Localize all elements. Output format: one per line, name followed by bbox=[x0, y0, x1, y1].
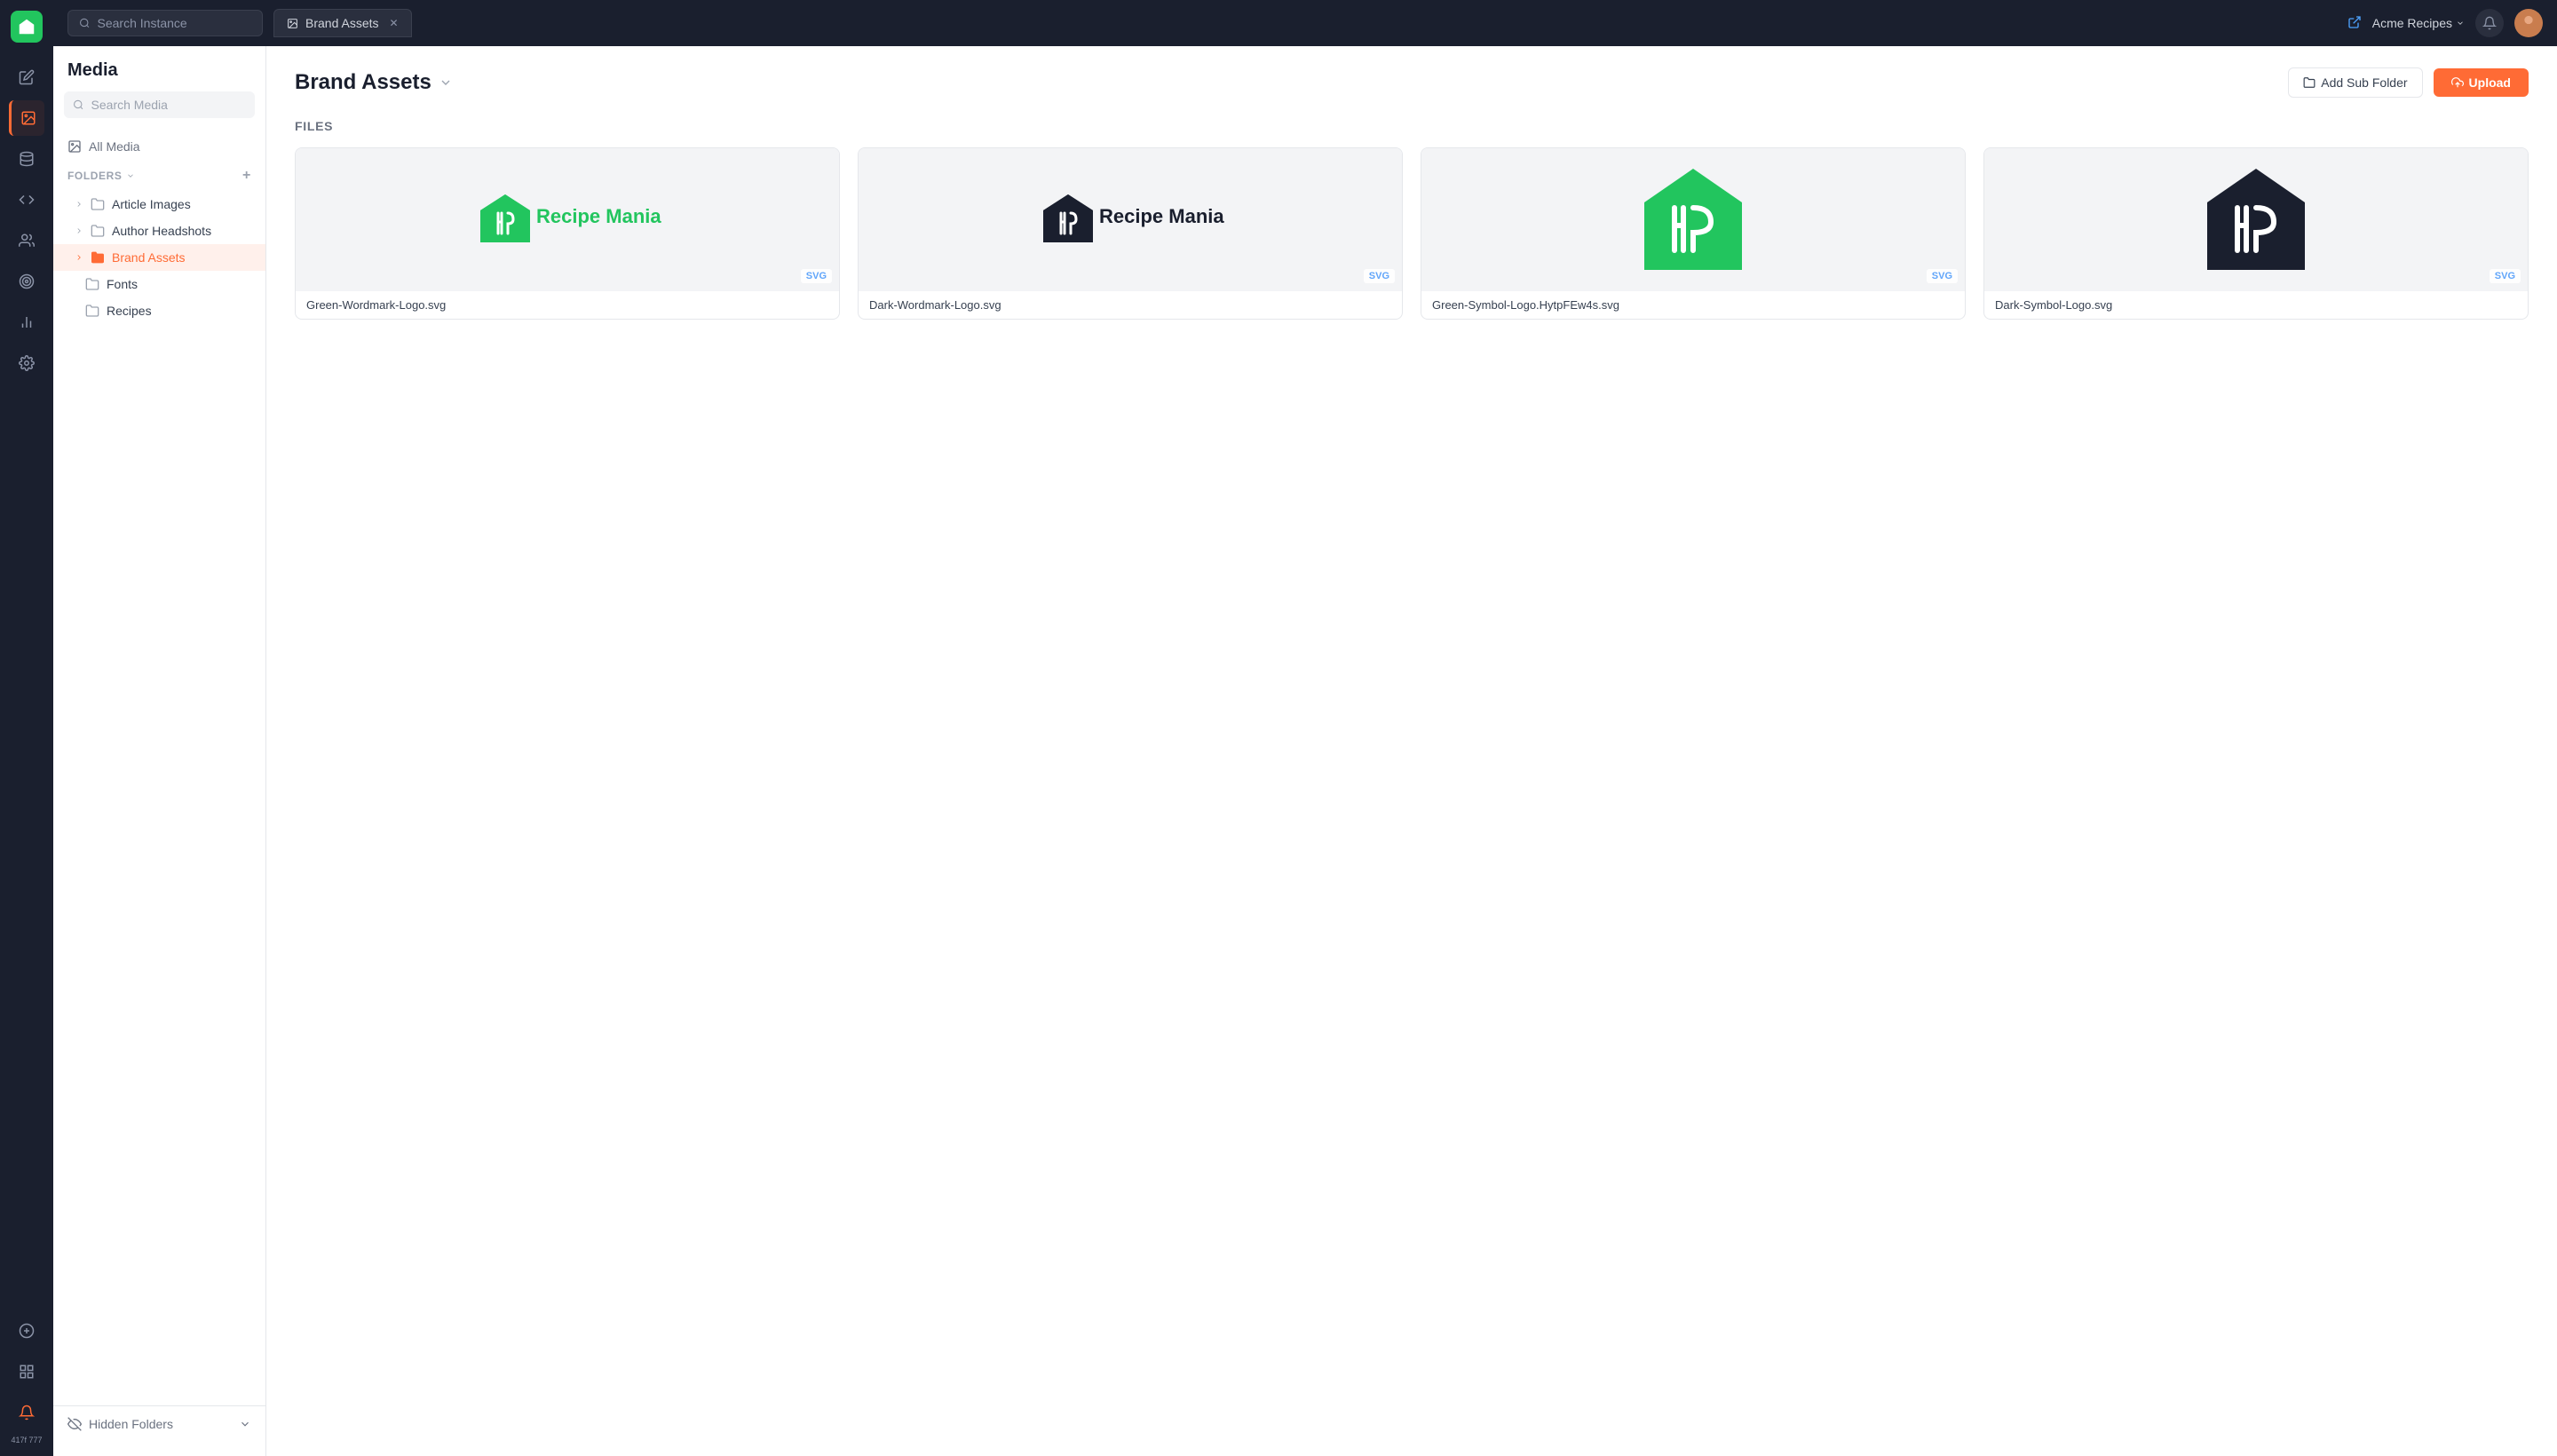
user-avatar[interactable] bbox=[2514, 9, 2543, 37]
nav-chart-icon[interactable] bbox=[9, 305, 44, 340]
tab-label: Brand Assets bbox=[305, 16, 379, 30]
nav-settings-icon[interactable] bbox=[9, 345, 44, 381]
search-instance-icon bbox=[79, 17, 91, 29]
file-preview-green-wordmark: Recipe Mania SVG bbox=[296, 148, 839, 290]
folder-label-article-images: Article Images bbox=[112, 197, 191, 211]
tab-bar: Brand Assets ✕ bbox=[273, 9, 412, 37]
folder-expand-arrow bbox=[75, 200, 83, 209]
search-instance-input[interactable] bbox=[98, 16, 251, 30]
folder-item-brand-assets[interactable]: Brand Assets bbox=[53, 244, 265, 271]
folder-icon-recipes bbox=[85, 304, 99, 318]
main-content: Brand Assets Add Sub Folder Upload Files bbox=[266, 46, 2557, 1456]
file-name-green-wordmark: Green-Wordmark-Logo.svg bbox=[296, 290, 839, 319]
all-media-item[interactable]: All Media bbox=[53, 132, 265, 161]
folder-icon-article-images bbox=[91, 197, 105, 211]
upload-icon bbox=[2451, 76, 2464, 89]
add-subfolder-button[interactable]: Add Sub Folder bbox=[2288, 67, 2422, 98]
all-media-icon bbox=[67, 139, 82, 154]
add-subfolder-icon bbox=[2303, 76, 2316, 89]
svg-badge-green-wordmark: SVG bbox=[801, 269, 832, 283]
file-name-dark-symbol: Dark-Symbol-Logo.svg bbox=[1984, 290, 2528, 319]
nav-users-icon[interactable] bbox=[9, 223, 44, 258]
file-card-dark-symbol[interactable]: SVG Dark-Symbol-Logo.svg bbox=[1983, 147, 2529, 320]
folder-label-fonts: Fonts bbox=[107, 277, 138, 291]
folder-item-author-headshots[interactable]: Author Headshots bbox=[53, 218, 265, 244]
nav-media-icon[interactable] bbox=[9, 100, 44, 136]
folder-icon-author-headshots bbox=[91, 224, 105, 238]
main-actions: Add Sub Folder Upload bbox=[2288, 67, 2529, 98]
folder-expand-arrow-brand bbox=[75, 253, 83, 262]
files-grid: Recipe Mania SVG Green-Wordmark-Logo.svg bbox=[295, 147, 2529, 320]
app-logo[interactable] bbox=[11, 11, 43, 43]
main-title-chevron-icon[interactable] bbox=[439, 75, 453, 90]
nav-bar: 417f 777 bbox=[0, 0, 53, 1456]
hidden-folders-label: Hidden Folders bbox=[89, 1417, 173, 1431]
top-bar: Brand Assets ✕ Acme Recipes bbox=[53, 0, 2557, 46]
file-name-green-symbol: Green-Symbol-Logo.HytpFEw4s.svg bbox=[1421, 290, 1965, 319]
file-preview-dark-wordmark: Recipe Mania SVG bbox=[859, 148, 1402, 290]
svg-text:Recipe Mania: Recipe Mania bbox=[536, 205, 661, 227]
folder-item-article-images[interactable]: Article Images bbox=[53, 191, 265, 218]
top-bar-right: Acme Recipes bbox=[2347, 9, 2543, 37]
file-card-green-symbol[interactable]: SVG Green-Symbol-Logo.HytpFEw4s.svg bbox=[1421, 147, 1966, 320]
file-card-green-wordmark[interactable]: Recipe Mania SVG Green-Wordmark-Logo.svg bbox=[295, 147, 840, 320]
nav-code-icon[interactable] bbox=[9, 182, 44, 218]
folder-icon-brand-assets bbox=[91, 250, 105, 265]
folder-expand-arrow-author bbox=[75, 226, 83, 235]
svg-text:Recipe Mania: Recipe Mania bbox=[1099, 205, 1224, 227]
folders-header: FOLDERS + bbox=[53, 161, 265, 191]
company-chevron-icon bbox=[2456, 19, 2465, 28]
main-header: Brand Assets Add Sub Folder Upload bbox=[295, 67, 2529, 98]
hidden-folders-chevron-icon bbox=[239, 1418, 251, 1430]
sidebar-search-input[interactable] bbox=[91, 98, 246, 112]
search-instance-container[interactable] bbox=[67, 10, 263, 36]
hidden-eye-icon bbox=[67, 1417, 82, 1431]
nav-notification-badge[interactable] bbox=[9, 1395, 44, 1430]
folder-label-author-headshots: Author Headshots bbox=[112, 224, 211, 238]
file-card-dark-wordmark[interactable]: Recipe Mania SVG Dark-Wordmark-Logo.svg bbox=[858, 147, 1403, 320]
add-folder-button[interactable]: + bbox=[242, 168, 251, 184]
folder-label-brand-assets: Brand Assets bbox=[112, 250, 186, 265]
folders-label[interactable]: FOLDERS bbox=[67, 170, 135, 182]
main-title-text: Brand Assets bbox=[295, 70, 431, 95]
svg-badge-green-symbol: SVG bbox=[1927, 269, 1958, 283]
sidebar-search-container[interactable] bbox=[64, 91, 255, 118]
svg-badge-dark-symbol: SVG bbox=[2490, 269, 2521, 283]
nav-add-icon[interactable] bbox=[9, 1313, 44, 1349]
sidebar-title: Media bbox=[53, 60, 265, 91]
content-area: Media All Media FOLDERS + bbox=[53, 46, 2557, 1456]
upload-button[interactable]: Upload bbox=[2434, 68, 2529, 97]
file-preview-green-symbol: SVG bbox=[1421, 148, 1965, 290]
nav-version-counter: 417f 777 bbox=[11, 1436, 42, 1445]
nav-target-icon[interactable] bbox=[9, 264, 44, 299]
brand-assets-tab[interactable]: Brand Assets ✕ bbox=[273, 9, 412, 37]
nav-pages-icon[interactable] bbox=[9, 1354, 44, 1389]
external-link-icon[interactable] bbox=[2347, 15, 2362, 32]
files-section-label: Files bbox=[295, 119, 2529, 133]
sidebar-search-icon bbox=[73, 99, 84, 111]
tab-close-button[interactable]: ✕ bbox=[390, 17, 399, 29]
company-name[interactable]: Acme Recipes bbox=[2372, 16, 2465, 30]
nav-edit-icon[interactable] bbox=[9, 59, 44, 95]
folder-label-recipes: Recipes bbox=[107, 304, 152, 318]
folders-chevron-icon bbox=[126, 171, 135, 180]
sidebar: Media All Media FOLDERS + bbox=[53, 46, 266, 1456]
notifications-bell-icon[interactable] bbox=[2475, 9, 2504, 37]
svg-badge-dark-wordmark: SVG bbox=[1364, 269, 1395, 283]
hidden-folders-section[interactable]: Hidden Folders bbox=[53, 1405, 265, 1442]
nav-database-icon[interactable] bbox=[9, 141, 44, 177]
folder-item-recipes[interactable]: Recipes bbox=[53, 297, 265, 324]
folder-icon-fonts bbox=[85, 277, 99, 291]
all-media-label: All Media bbox=[89, 139, 140, 154]
folder-item-fonts[interactable]: Fonts bbox=[53, 271, 265, 297]
tab-media-icon bbox=[287, 18, 298, 29]
file-preview-dark-symbol: SVG bbox=[1984, 148, 2528, 290]
main-title-container: Brand Assets bbox=[295, 70, 453, 95]
file-name-dark-wordmark: Dark-Wordmark-Logo.svg bbox=[859, 290, 1402, 319]
